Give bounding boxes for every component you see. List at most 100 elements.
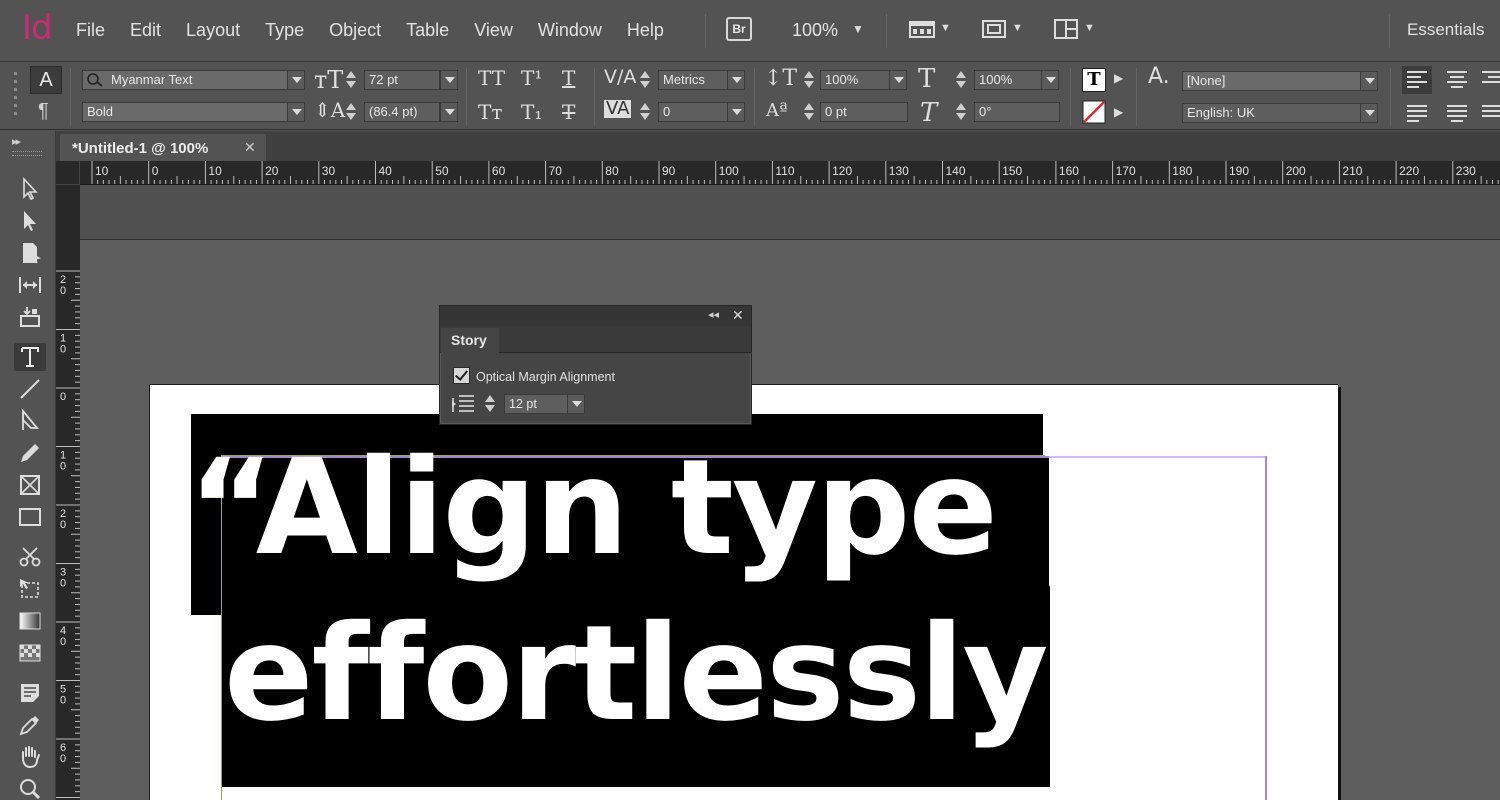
eyedropper-tool[interactable]: [14, 711, 46, 739]
pencil-tool[interactable]: [14, 439, 46, 467]
language-input[interactable]: English: UK: [1182, 103, 1362, 123]
ruler-origin[interactable]: [56, 161, 80, 185]
chevron-down-icon[interactable]: ▼: [852, 22, 864, 36]
chevron-right-icon[interactable]: ▶: [1114, 106, 1123, 118]
menu-help[interactable]: Help: [627, 20, 664, 41]
font-size-input[interactable]: 72 pt: [364, 70, 440, 90]
scissors-tool[interactable]: [14, 543, 46, 571]
stroke-none-swatch[interactable]: [1082, 100, 1106, 124]
arrange-documents-icon[interactable]: [1052, 18, 1082, 40]
justify-right-icon[interactable]: [1480, 100, 1500, 128]
panel-grip-icon[interactable]: [12, 151, 42, 156]
gradient-feather-tool[interactable]: [14, 639, 46, 667]
type-tool[interactable]: [14, 343, 46, 371]
align-left-icon[interactable]: [1402, 66, 1432, 94]
tracking-stepper[interactable]: [638, 102, 652, 122]
tracking-input[interactable]: 0: [658, 102, 728, 122]
skew-input[interactable]: 0°: [974, 102, 1060, 122]
panel-grip-icon[interactable]: [8, 68, 24, 124]
view-options-icon[interactable]: [908, 18, 938, 40]
story-panel-titlebar[interactable]: ◂◂ ✕: [440, 306, 751, 326]
vertical-ruler[interactable]: 2010010203040506070: [56, 185, 80, 800]
menu-edit[interactable]: Edit: [130, 20, 161, 41]
menu-object[interactable]: Object: [329, 20, 381, 41]
character-style-dropdown[interactable]: [1360, 71, 1378, 91]
small-caps-icon[interactable]: Tт: [478, 102, 502, 122]
character-formatting-mode-button[interactable]: A: [30, 66, 62, 94]
justify-center-icon[interactable]: [1442, 100, 1472, 128]
horizontal-scale-input[interactable]: 100%: [974, 70, 1042, 90]
vertical-scale-input[interactable]: 100%: [820, 70, 890, 90]
leading-dropdown[interactable]: [440, 102, 458, 122]
horizontal-scale-dropdown[interactable]: [1041, 70, 1059, 90]
document-canvas[interactable]: “Align type effortlessly”: [80, 186, 1500, 800]
optical-margin-size-stepper[interactable]: [483, 394, 497, 414]
content-collector-tool[interactable]: [14, 303, 46, 331]
chevron-down-icon[interactable]: ▼: [940, 22, 951, 34]
pen-tool[interactable]: [14, 407, 46, 435]
superscript-icon[interactable]: T¹: [521, 68, 542, 88]
menu-layout[interactable]: Layout: [186, 20, 240, 41]
menu-table[interactable]: Table: [406, 20, 449, 41]
language-dropdown[interactable]: [1360, 103, 1378, 123]
baseline-shift-stepper[interactable]: [802, 102, 816, 122]
headline-line-1[interactable]: “Align type: [188, 442, 998, 574]
font-family-dropdown[interactable]: [287, 70, 305, 90]
gap-tool[interactable]: [14, 271, 46, 299]
kerning-stepper[interactable]: [638, 70, 652, 90]
chevron-right-icon[interactable]: ▶: [1114, 72, 1123, 84]
tab-story[interactable]: Story: [441, 328, 499, 354]
page-tool[interactable]: [14, 239, 46, 267]
underline-icon[interactable]: T: [562, 68, 575, 88]
character-style-input[interactable]: [None]: [1182, 71, 1362, 91]
align-right-icon[interactable]: [1480, 66, 1500, 94]
optical-margin-size-input[interactable]: 12 pt: [504, 394, 568, 414]
optical-margin-alignment-checkbox[interactable]: [453, 367, 470, 384]
horizontal-scale-stepper[interactable]: [954, 70, 968, 90]
font-style-dropdown[interactable]: [287, 102, 305, 122]
align-center-icon[interactable]: [1442, 66, 1472, 94]
menu-type[interactable]: Type: [265, 20, 304, 41]
baseline-shift-input[interactable]: 0 pt: [820, 102, 908, 122]
justify-left-icon[interactable]: [1402, 100, 1432, 128]
text-fill-swatch[interactable]: T: [1082, 68, 1106, 92]
chevron-down-icon[interactable]: ▼: [1084, 22, 1095, 34]
optical-margin-size-dropdown[interactable]: [567, 394, 585, 414]
strikethrough-icon[interactable]: T: [562, 102, 575, 122]
close-icon[interactable]: ✕: [732, 307, 744, 324]
selection-tool[interactable]: [14, 175, 46, 203]
gradient-tool[interactable]: [14, 607, 46, 635]
vertical-scale-dropdown[interactable]: [889, 70, 907, 90]
rectangle-tool[interactable]: [14, 503, 46, 531]
subscript-icon[interactable]: T₁: [521, 102, 542, 122]
kerning-input[interactable]: Metrics: [658, 70, 728, 90]
horizontal-ruler[interactable]: 10 0 10 20 30 40 50 60 70 80 90 100 110 120 130 140 150 1…: [56, 161, 1500, 185]
expand-panel-icon[interactable]: ▸▸: [12, 135, 21, 148]
bridge-button[interactable]: Br: [726, 17, 752, 41]
collapse-panel-icon[interactable]: ◂◂: [708, 308, 719, 321]
leading-stepper[interactable]: [344, 102, 358, 122]
font-size-stepper[interactable]: [344, 70, 358, 90]
zoom-level-dropdown[interactable]: 100%: [792, 20, 838, 41]
font-size-dropdown[interactable]: [440, 70, 458, 90]
paragraph-formatting-mode-button[interactable]: ¶: [38, 100, 49, 123]
menu-view[interactable]: View: [474, 20, 513, 41]
vertical-scale-stepper[interactable]: [802, 70, 816, 90]
zoom-tool[interactable]: [14, 775, 46, 800]
menu-file[interactable]: File: [76, 20, 105, 41]
headline-line-2[interactable]: effortlessly”: [224, 608, 1133, 740]
line-tool[interactable]: [14, 375, 46, 403]
workspace-switcher[interactable]: Essentials: [1407, 20, 1484, 40]
chevron-down-icon[interactable]: ▼: [1012, 22, 1023, 34]
note-tool[interactable]: [14, 679, 46, 707]
hand-tool[interactable]: [14, 743, 46, 771]
screen-mode-icon[interactable]: [980, 18, 1010, 40]
all-caps-icon[interactable]: TT: [478, 68, 505, 88]
kerning-dropdown[interactable]: [727, 70, 745, 90]
free-transform-tool[interactable]: [14, 575, 46, 603]
document-tab[interactable]: *Untitled-1 @ 100% ✕: [60, 134, 266, 161]
rectangle-frame-tool[interactable]: [14, 471, 46, 499]
leading-input[interactable]: (86.4 pt): [364, 102, 440, 122]
tracking-dropdown[interactable]: [727, 102, 745, 122]
menu-window[interactable]: Window: [538, 20, 602, 41]
